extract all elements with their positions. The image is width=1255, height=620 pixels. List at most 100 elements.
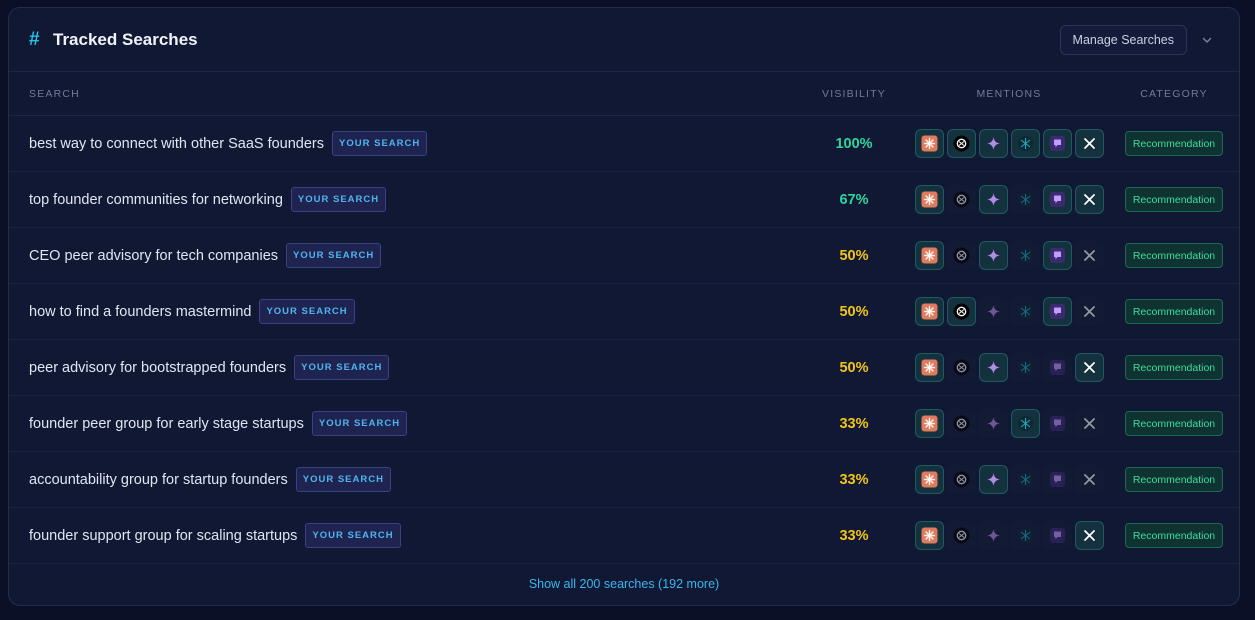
search-query[interactable]: founder peer group for early stage start… [29, 416, 304, 432]
category-badge: Recommendation [1124, 411, 1224, 436]
mentions-cell [909, 409, 1109, 438]
perplexity-icon[interactable] [1010, 521, 1040, 550]
copilot-icon[interactable] [1042, 409, 1072, 438]
chatgpt-icon[interactable] [946, 409, 976, 438]
manage-searches-button[interactable]: Manage Searches [1059, 24, 1187, 55]
gemini-icon[interactable] [978, 297, 1008, 326]
hash-icon: # [29, 28, 40, 50]
grok-icon[interactable] [1074, 409, 1104, 438]
show-all-searches-link[interactable]: Show all 200 searches (192 more) [529, 577, 719, 591]
copilot-icon[interactable] [1042, 241, 1072, 270]
copilot-icon[interactable] [1042, 297, 1072, 326]
category-cell: Recommendation [1109, 299, 1239, 324]
chatgpt-icon[interactable] [946, 129, 976, 158]
grok-icon[interactable] [1074, 521, 1104, 550]
gemini-icon[interactable] [978, 241, 1008, 270]
visibility-value: 50% [839, 303, 869, 320]
column-header-category[interactable]: CATEGORY [1109, 88, 1239, 100]
search-query[interactable]: CEO peer advisory for tech companies [29, 248, 278, 264]
perplexity-icon[interactable] [1010, 129, 1040, 158]
perplexity-icon[interactable] [1010, 409, 1040, 438]
chatgpt-icon[interactable] [946, 521, 976, 550]
perplexity-icon[interactable] [1010, 241, 1040, 270]
table-footer: Show all 200 searches (192 more) [9, 564, 1239, 604]
copilot-icon[interactable] [1042, 521, 1072, 550]
panel-header: # Tracked Searches Manage Searches [9, 8, 1239, 72]
grok-icon[interactable] [1074, 185, 1104, 214]
your-search-badge: YOUR SEARCH [286, 243, 382, 268]
table-row[interactable]: accountability group for startup founder… [9, 452, 1239, 508]
grok-icon[interactable] [1074, 241, 1104, 270]
your-search-badge: YOUR SEARCH [290, 187, 387, 212]
table-row[interactable]: founder peer group for early stage start… [9, 396, 1239, 452]
search-query[interactable]: accountability group for startup founder… [29, 472, 288, 488]
mentions-cell [909, 129, 1109, 158]
mentions-cell [909, 521, 1109, 550]
grok-icon[interactable] [1074, 465, 1104, 494]
table-body: best way to connect with other SaaS foun… [9, 116, 1239, 564]
table-row[interactable]: founder support group for scaling startu… [9, 508, 1239, 564]
perplexity-icon[interactable] [1010, 297, 1040, 326]
panel-title: Tracked Searches [53, 29, 198, 49]
table-row[interactable]: best way to connect with other SaaS foun… [9, 116, 1239, 172]
table-row[interactable]: peer advisory for bootstrapped founders Y… [9, 340, 1239, 396]
claude-icon[interactable] [914, 297, 944, 326]
claude-icon[interactable] [914, 409, 944, 438]
claude-icon[interactable] [914, 241, 944, 270]
category-cell: Recommendation [1109, 131, 1239, 156]
column-header-mentions: MENTIONS [976, 87, 1042, 100]
column-header-search[interactable]: SEARCH [9, 88, 799, 100]
search-cell: how to find a founders mastermind YOUR SE… [9, 299, 799, 324]
your-search-badge: YOUR SEARCH [295, 467, 391, 492]
perplexity-icon[interactable] [1010, 353, 1040, 382]
claude-icon[interactable] [914, 521, 944, 550]
visibility-value: 50% [839, 359, 869, 376]
grok-icon[interactable] [1074, 353, 1104, 382]
perplexity-icon[interactable] [1010, 185, 1040, 214]
claude-icon[interactable] [914, 465, 944, 494]
claude-icon[interactable] [914, 353, 944, 382]
search-query[interactable]: top founder communities for networking [29, 192, 283, 208]
table-row[interactable]: how to find a founders mastermind YOUR SE… [9, 284, 1239, 340]
chatgpt-icon[interactable] [946, 185, 976, 214]
category-cell: Recommendation [1109, 187, 1239, 212]
chatgpt-icon[interactable] [946, 465, 976, 494]
grok-icon[interactable] [1074, 129, 1104, 158]
chatgpt-icon[interactable] [946, 353, 976, 382]
gemini-icon[interactable] [978, 185, 1008, 214]
mentions-cell [909, 465, 1109, 494]
search-query[interactable]: founder support group for scaling startu… [29, 528, 297, 544]
perplexity-icon[interactable] [1010, 465, 1040, 494]
gemini-icon[interactable] [978, 465, 1008, 494]
table-row[interactable]: CEO peer advisory for tech companies YOUR… [9, 228, 1239, 284]
copilot-icon[interactable] [1042, 353, 1072, 382]
claude-icon[interactable] [914, 185, 944, 214]
category-badge: Recommendation [1124, 355, 1224, 380]
category-badge: Recommendation [1124, 131, 1224, 156]
copilot-icon[interactable] [1042, 129, 1072, 158]
search-query[interactable]: peer advisory for bootstrapped founders [29, 360, 286, 376]
gemini-icon[interactable] [978, 409, 1008, 438]
grok-icon[interactable] [1074, 297, 1104, 326]
claude-icon[interactable] [914, 129, 944, 158]
table-row[interactable]: top founder communities for networking YO… [9, 172, 1239, 228]
visibility-value: 100% [835, 135, 873, 152]
gemini-icon[interactable] [978, 521, 1008, 550]
your-search-badge: YOUR SEARCH [332, 131, 428, 156]
search-query[interactable]: best way to connect with other SaaS foun… [29, 136, 324, 152]
search-query[interactable]: how to find a founders mastermind [29, 304, 251, 320]
chatgpt-icon[interactable] [946, 241, 976, 270]
chatgpt-icon[interactable] [946, 297, 976, 326]
category-cell: Recommendation [1109, 523, 1239, 548]
copilot-icon[interactable] [1042, 465, 1072, 494]
search-cell: founder peer group for early stage start… [9, 411, 799, 436]
chevron-down-icon[interactable] [1195, 28, 1219, 52]
your-search-badge: YOUR SEARCH [294, 355, 390, 380]
column-header-visibility[interactable]: VISIBILITY [799, 88, 909, 100]
tracked-searches-panel: # Tracked Searches Manage Searches SEARC… [8, 7, 1240, 606]
category-cell: Recommendation [1109, 243, 1239, 268]
gemini-icon[interactable] [978, 353, 1008, 382]
copilot-icon[interactable] [1042, 185, 1072, 214]
gemini-icon[interactable] [978, 129, 1008, 158]
category-badge: Recommendation [1124, 243, 1224, 268]
